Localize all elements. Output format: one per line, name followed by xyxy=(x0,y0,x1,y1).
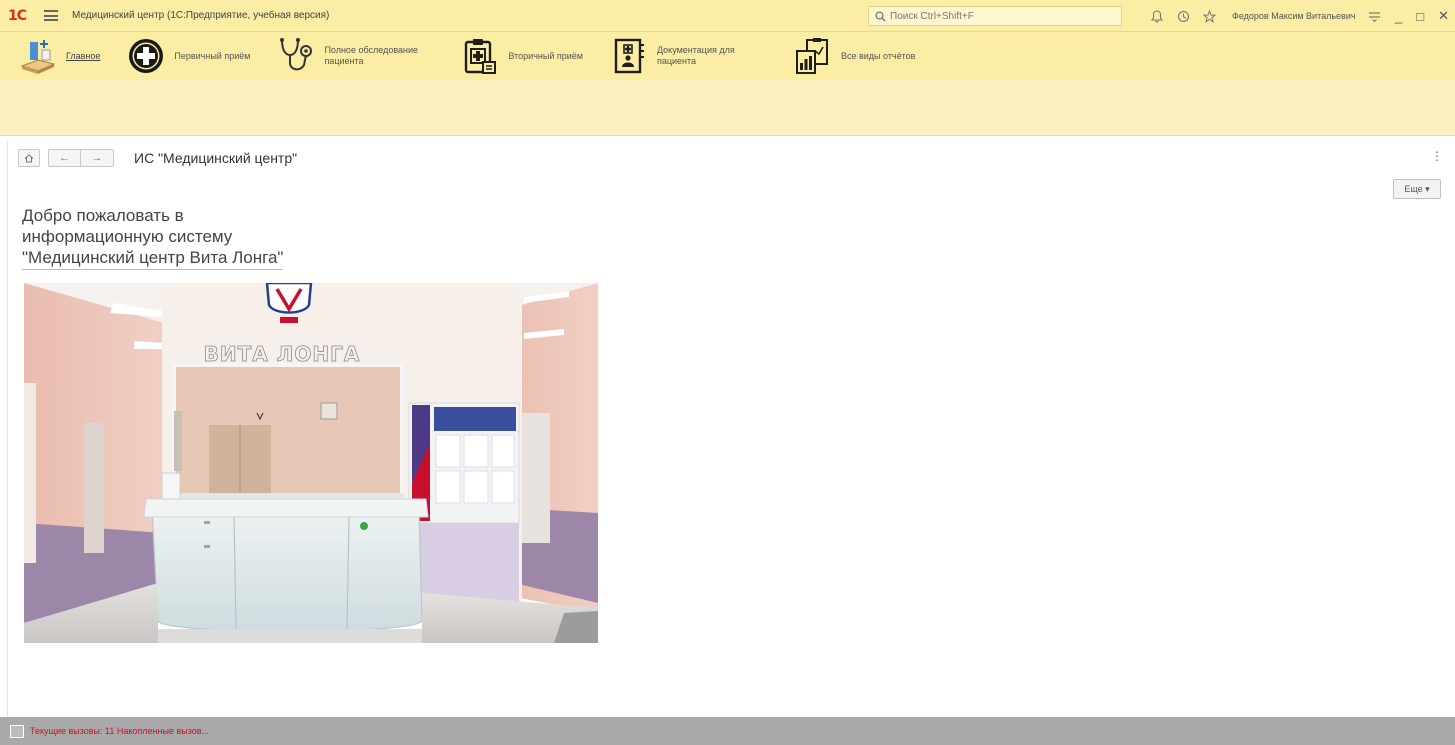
close-icon[interactable]: ✕ xyxy=(1438,8,1449,24)
section-primary-visit-label: Первичный приём xyxy=(174,50,251,61)
section-full-exam[interactable]: Полное обследование пациента xyxy=(268,32,442,80)
main-menu-icon[interactable] xyxy=(44,10,58,21)
clinic-reception-photo: ВИТА ЛОНГА xyxy=(24,283,598,643)
status-bar: Текущие вызовы: 11 Накопленные вызов... xyxy=(0,717,1455,745)
stethoscope-icon xyxy=(276,36,316,76)
section-secondary-visit[interactable]: Вторичный приём xyxy=(452,32,591,80)
performance-indicator-icon[interactable] xyxy=(10,724,24,738)
page-title: ИС "Медицинский центр" xyxy=(134,150,298,166)
welcome-text: Добро пожаловать в информационную систем… xyxy=(22,205,284,270)
section-reports-label: Все виды отчётов xyxy=(840,50,916,61)
server-calls-status[interactable]: Текущие вызовы: 11 Накопленные вызов... xyxy=(30,726,209,736)
section-main-label: Главное xyxy=(66,50,101,61)
title-bar: 1С Медицинский центр (1С:Предприятие, уч… xyxy=(0,0,1455,32)
home-desk-icon xyxy=(18,36,58,76)
section-primary-visit[interactable]: Первичный приём xyxy=(118,32,258,80)
minimize-icon[interactable]: _ xyxy=(1395,9,1402,24)
forward-arrow-icon[interactable]: → xyxy=(81,149,114,167)
section-patient-docs-label: Документация для пациента xyxy=(656,45,735,66)
plus-circle-icon xyxy=(126,36,166,76)
back-arrow-icon[interactable]: ← xyxy=(48,149,81,167)
search-field[interactable] xyxy=(868,6,1122,26)
welcome-line-2: информационную систему xyxy=(22,227,233,246)
section-patient-docs[interactable]: Документация для пациента xyxy=(601,32,775,80)
sections-panel: Главное Первичный приём Полное обследова xyxy=(0,32,1455,80)
section-full-exam-label: Полное обследование пациента xyxy=(324,45,419,66)
history-icon[interactable] xyxy=(1176,9,1190,23)
open-windows-strip xyxy=(0,80,1455,136)
document-patient-icon xyxy=(609,36,649,76)
clinic-sign-text: ВИТА ЛОНГА xyxy=(204,342,361,366)
section-secondary-visit-label: Вторичный приём xyxy=(508,50,583,61)
maximize-icon[interactable]: □ xyxy=(1416,9,1424,24)
welcome-line-3: "Медицинский центр Вита Лонга" xyxy=(22,247,284,270)
bell-icon[interactable] xyxy=(1150,9,1164,23)
search-input[interactable] xyxy=(890,10,1110,22)
more-vertical-icon[interactable]: ⋮ xyxy=(1431,149,1443,163)
user-name[interactable]: Федоров Максим Витальевич xyxy=(1232,11,1356,21)
settings-lines-icon[interactable] xyxy=(1368,9,1382,23)
section-main[interactable]: Главное xyxy=(10,32,108,80)
left-edge-divider xyxy=(7,140,8,720)
clipboard-medical-icon xyxy=(460,36,500,76)
navigation-bar: ← → ИС "Медицинский центр" xyxy=(18,147,297,169)
window-title: Медицинский центр (1С:Предприятие, учебн… xyxy=(72,10,330,21)
search-icon xyxy=(875,10,886,22)
section-reports[interactable]: Все виды отчётов xyxy=(785,32,923,80)
star-icon[interactable] xyxy=(1202,9,1216,23)
more-button[interactable]: Еще ▾ xyxy=(1393,179,1441,199)
app-logo[interactable]: 1С xyxy=(8,8,34,24)
reports-icon xyxy=(793,36,833,76)
main-content: ← → ИС "Медицинский центр" ⋮ Еще ▾ Добро… xyxy=(0,137,1455,717)
welcome-line-1: Добро пожаловать в xyxy=(22,206,184,225)
home-icon[interactable] xyxy=(18,149,40,167)
